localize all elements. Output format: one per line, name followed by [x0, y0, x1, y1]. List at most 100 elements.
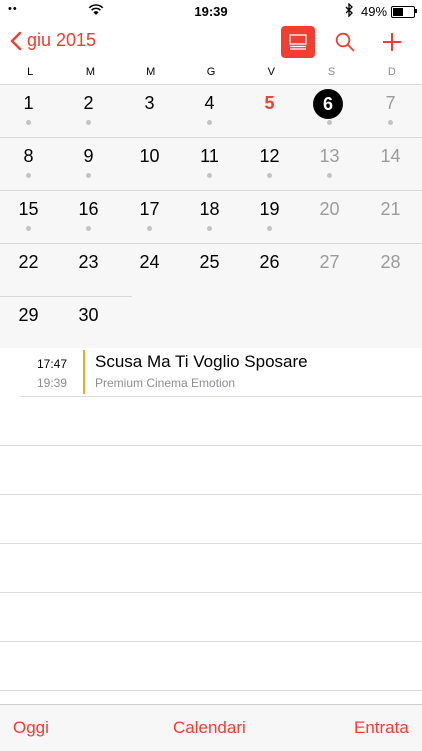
- day-number: 7: [385, 93, 396, 113]
- weekday-label: G: [206, 66, 216, 78]
- event-dot: [207, 226, 212, 231]
- day-number: 10: [139, 146, 160, 166]
- status-time: 19:39: [194, 4, 228, 19]
- calendar-day[interactable]: 23: [60, 244, 117, 297]
- calendars-button[interactable]: Calendari: [173, 718, 246, 738]
- day-number: 24: [139, 252, 160, 272]
- calendar-day[interactable]: 30: [60, 297, 117, 350]
- divider: [0, 494, 422, 495]
- event-dot: [86, 226, 91, 231]
- calendar-day[interactable]: 28: [362, 244, 419, 297]
- day-number: 28: [380, 252, 401, 272]
- battery-percent: 49%: [361, 4, 388, 19]
- day-number: 3: [144, 93, 155, 113]
- event-dot: [26, 226, 31, 231]
- calendar-week-row: 1 2 3 4 5 6 7: [0, 84, 422, 138]
- navigation-bar: giu 2015: [0, 22, 422, 64]
- weekday-label: M: [146, 66, 156, 78]
- day-number: 2: [83, 93, 94, 113]
- bluetooth-icon: [344, 2, 354, 20]
- calendar-day[interactable]: 9: [60, 138, 117, 191]
- event-list: 17:47 19:39 Scusa Ma Ti Voglio Sposare P…: [0, 348, 422, 704]
- calendar-day[interactable]: 5: [241, 85, 298, 138]
- calendar-day[interactable]: 29: [0, 297, 57, 350]
- list-icon: [289, 34, 307, 50]
- bottom-toolbar: Oggi Calendari Entrata: [0, 704, 422, 751]
- day-number: 14: [380, 146, 401, 166]
- divider: [0, 690, 422, 691]
- calendar-day[interactable]: 8: [0, 138, 57, 191]
- calendar-week-row: 22 23 24 25 26 27 28: [0, 243, 422, 297]
- day-number: 15: [18, 199, 39, 219]
- calendar-day[interactable]: 22: [0, 244, 57, 297]
- plus-icon: [383, 33, 401, 51]
- search-button[interactable]: [331, 28, 359, 56]
- search-icon: [335, 32, 355, 52]
- chevron-left-icon: [10, 31, 22, 50]
- event-dot: [267, 173, 272, 178]
- calendar-day[interactable]: 3: [121, 85, 178, 138]
- day-number: 9: [83, 146, 94, 166]
- day-number: 30: [78, 305, 99, 325]
- calendar-day[interactable]: 25: [181, 244, 238, 297]
- event-item[interactable]: 17:47 19:39 Scusa Ma Ti Voglio Sposare P…: [20, 348, 422, 397]
- calendar-day[interactable]: 2: [60, 85, 117, 138]
- day-number: 21: [380, 199, 401, 219]
- calendar-day[interactable]: 24: [121, 244, 178, 297]
- calendar-day[interactable]: 14: [362, 138, 419, 191]
- day-number: 29: [18, 305, 39, 325]
- event-start-time: 17:47: [37, 357, 68, 371]
- calendar-day[interactable]: 17: [121, 191, 178, 244]
- status-bar: •• 19:39 49%: [0, 0, 422, 22]
- day-number: 25: [199, 252, 220, 272]
- event-dot: [147, 226, 152, 231]
- back-label: giu 2015: [27, 30, 97, 50]
- calendar-day[interactable]: 1: [0, 85, 57, 138]
- divider: [0, 543, 422, 544]
- day-number: 18: [199, 199, 220, 219]
- month-grid: 1 2 3 4 5 6 7 8 9 10 11 12 13 14 15 16 17 18 19 20 21 22 23 24 2…: [0, 84, 422, 348]
- calendar-day[interactable]: 4: [181, 85, 238, 138]
- calendar-day[interactable]: 16: [60, 191, 117, 244]
- day-number: 12: [259, 146, 280, 166]
- calendar-day[interactable]: 15: [0, 191, 57, 244]
- day-number: 11: [200, 146, 219, 166]
- event-end-time: 19:39: [37, 376, 68, 390]
- event-location: Premium Cinema Emotion: [95, 376, 236, 390]
- calendar-day[interactable]: 13: [301, 138, 358, 191]
- calendar-day[interactable]: 18: [181, 191, 238, 244]
- event-dot: [327, 120, 332, 125]
- calendar-day[interactable]: 12: [241, 138, 298, 191]
- day-number: 13: [319, 146, 340, 166]
- calendar-day[interactable]: 19: [241, 191, 298, 244]
- calendar-day[interactable]: 10: [121, 138, 178, 191]
- weekday-label: S: [327, 66, 336, 78]
- today-button[interactable]: Oggi: [13, 718, 49, 738]
- back-button[interactable]: giu 2015: [10, 30, 96, 51]
- battery-icon: [391, 6, 415, 18]
- day-number: 6: [313, 89, 343, 119]
- calendar-day[interactable]: 20: [301, 191, 358, 244]
- event-dot: [207, 120, 212, 125]
- divider: [0, 641, 422, 642]
- day-number: 22: [18, 252, 39, 272]
- day-number: 20: [319, 199, 340, 219]
- calendar-day[interactable]: 7: [362, 85, 419, 138]
- weekday-label: V: [267, 66, 275, 78]
- event-dot: [26, 173, 31, 178]
- calendar-day[interactable]: 6: [301, 85, 358, 138]
- inbox-button[interactable]: Entrata: [354, 718, 409, 738]
- battery-tip: [415, 9, 417, 13]
- calendar-day[interactable]: 11: [181, 138, 238, 191]
- event-dot: [86, 120, 91, 125]
- add-event-button[interactable]: [378, 28, 406, 56]
- event-dot: [86, 173, 91, 178]
- weekday-label: M: [85, 66, 95, 78]
- list-view-button[interactable]: [281, 26, 315, 58]
- calendar-day[interactable]: 27: [301, 244, 358, 297]
- day-number: 4: [204, 93, 215, 113]
- calendar-day[interactable]: 21: [362, 191, 419, 244]
- weekday-label: L: [27, 66, 34, 78]
- calendar-day[interactable]: 26: [241, 244, 298, 297]
- event-dot: [388, 120, 393, 125]
